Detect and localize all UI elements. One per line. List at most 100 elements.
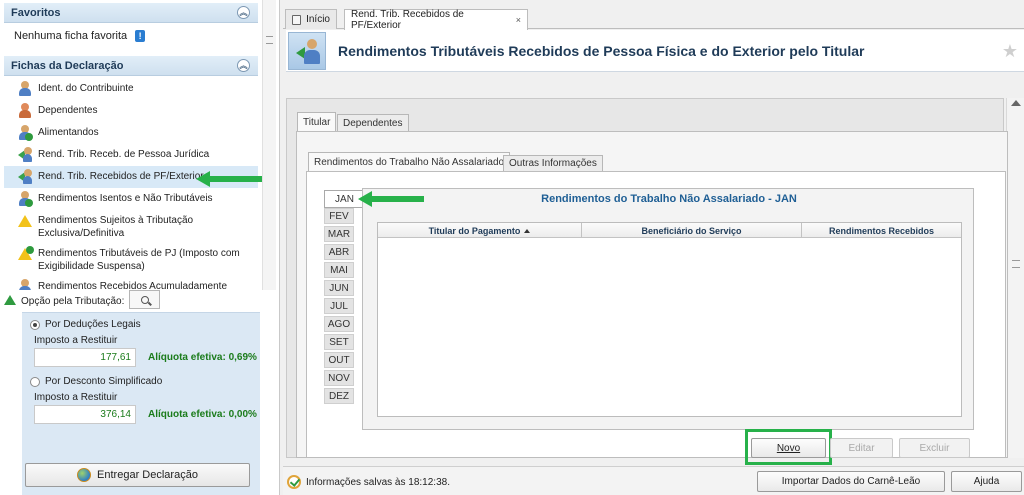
month-label: ABR: [328, 246, 350, 258]
excluir-label: Excluir: [919, 442, 950, 454]
tributacao-title: Opção pela Tributação:: [21, 295, 125, 307]
entregar-label: Entregar Declaração: [97, 469, 198, 481]
sidebar-item-ident-contribuinte[interactable]: Ident. do Contribuinte: [4, 78, 258, 100]
income-suspended-icon: [18, 246, 34, 261]
collapse-icon[interactable]: ︽: [237, 59, 250, 72]
sidebar-item-label: Rend. Trib. Receb. de Pessoa Jurídica: [38, 149, 210, 160]
sidebar-item-label: Alimentandos: [38, 127, 99, 138]
month-panel: Rendimentos do Trabalho Não Assalariado …: [362, 188, 974, 430]
month-tab-mai[interactable]: MAI: [324, 262, 354, 278]
income-accumulated-icon: [18, 279, 32, 290]
radio-desconto-simplificado[interactable]: Por Desconto Simplificado: [30, 376, 162, 387]
column-header-rendimentos[interactable]: Rendimentos Recebidos: [802, 223, 961, 238]
month-tab-fev[interactable]: FEV: [324, 208, 354, 224]
month-tab-ago[interactable]: AGO: [324, 316, 354, 332]
sidebar-item-label: Rendimentos Recebidos Acumuladamente: [38, 281, 227, 290]
sidebar-item-dependentes[interactable]: Dependentes: [4, 100, 258, 122]
fichas-header[interactable]: Fichas da Declaração ︽: [4, 56, 258, 76]
sidebar-item-rend-acumulados[interactable]: Rendimentos Recebidos Acumuladamente: [4, 276, 258, 290]
column-label: Beneficiário do Serviço: [641, 225, 742, 236]
ajuda-button[interactable]: Ajuda: [951, 471, 1022, 492]
month-label: OUT: [328, 354, 350, 366]
sidebar-item-label: Rendimentos Isentos e Não Tributáveis: [38, 193, 213, 204]
column-header-beneficiario[interactable]: Beneficiário do Serviço: [582, 223, 802, 238]
radio-button[interactable]: [30, 319, 40, 330]
sidebar-item-rend-isentos[interactable]: Rendimentos Isentos e Não Tributáveis: [4, 188, 258, 210]
month-tab-abr[interactable]: ABR: [324, 244, 354, 260]
month-tab-nov[interactable]: NOV: [324, 370, 354, 386]
sidebar-item-label: Ident. do Contribuinte: [38, 83, 134, 94]
sidebar-scrollbar[interactable]: [262, 0, 276, 290]
fichas-title: Fichas da Declaração: [11, 59, 124, 72]
table-header: Titular do Pagamento Beneficiário do Ser…: [378, 223, 961, 238]
tab-label: Titular: [303, 116, 331, 128]
tab-bar: Início Rend. Trib. Recebidos de PF/Exter…: [283, 7, 1024, 31]
month-tab-set[interactable]: SET: [324, 334, 354, 350]
favorites-empty-text: Nenhuma ficha favorita: [14, 30, 128, 42]
aliquota-efetiva: Alíquota efetiva: 0,00%: [148, 409, 257, 420]
sidebar-item-label: Rendimentos Tributáveis de PJ (Imposto c…: [38, 248, 240, 272]
tab-dependentes[interactable]: Dependentes: [337, 114, 409, 131]
tab-label: Rendimentos do Trabalho Não Assalariado: [314, 156, 505, 168]
sidebar-item-label: Rend. Trib. Recebidos de PF/Exterior: [38, 171, 204, 182]
globe-icon: [77, 468, 92, 482]
excluir-button[interactable]: Excluir: [899, 438, 970, 458]
radio-deducoes-legais[interactable]: Por Deduções Legais: [30, 319, 141, 330]
importar-carne-leao-button[interactable]: Importar Dados do Carnê-Leão: [757, 471, 945, 492]
tab-label: Início: [306, 14, 330, 25]
ajuda-label: Ajuda: [973, 476, 1000, 487]
tab-titular[interactable]: Titular: [297, 112, 337, 131]
month-tab-jul[interactable]: JUL: [324, 298, 354, 314]
status-message: Informações salvas às 18:12:38.: [287, 475, 450, 489]
home-icon: [292, 14, 302, 25]
sidebar-item-alimentandos[interactable]: Alimentandos: [4, 122, 258, 144]
sidebar-item-rend-exclusiva[interactable]: Rendimentos Sujeitos à Tributação Exclus…: [4, 210, 258, 243]
star-icon[interactable]: ★: [1002, 41, 1018, 62]
tab-label: Rend. Trib. Recebidos de PF/Exterior: [351, 9, 464, 31]
month-label: SET: [329, 336, 349, 348]
income-person-icon: [288, 32, 326, 70]
tab-outras-informacoes[interactable]: Outras Informações: [503, 155, 603, 171]
month-label: FEV: [329, 210, 349, 222]
month-label: JAN: [335, 193, 354, 205]
close-icon[interactable]: ×: [516, 15, 521, 25]
imposto-label: Imposto a Restituir: [34, 392, 118, 403]
month-tab-mar[interactable]: MAR: [324, 226, 354, 242]
tributacao-search-button[interactable]: [129, 290, 160, 309]
tab-rend-pf-exterior[interactable]: Rend. Trib. Recebidos de PF/Exterior ×: [344, 9, 528, 31]
collapse-icon[interactable]: ︽: [237, 6, 250, 19]
column-label: Titular do Pagamento: [428, 225, 521, 236]
person-icon: [18, 81, 32, 96]
favorites-header[interactable]: Favoritos ︽: [4, 3, 258, 23]
imposto-value: 177,61: [34, 348, 136, 367]
sort-ascending-icon: [524, 228, 531, 233]
income-person-icon: [18, 169, 32, 184]
page-header: Rendimentos Tributáveis Recebidos de Pes…: [286, 30, 1024, 72]
status-text: Informações salvas às 18:12:38.: [306, 476, 450, 488]
left-panel: Favoritos ︽ Nenhuma ficha favorita ! Fic…: [0, 0, 280, 495]
month-tab-dez[interactable]: DEZ: [324, 388, 354, 404]
tab-inicio[interactable]: Início: [285, 9, 337, 29]
check-icon: [287, 475, 301, 489]
radio-button[interactable]: [30, 376, 40, 387]
page-title: Rendimentos Tributáveis Recebidos de Pes…: [338, 43, 865, 59]
editar-button[interactable]: Editar: [830, 438, 893, 458]
month-tab-jun[interactable]: JUN: [324, 280, 354, 296]
imposto-value: 376,14: [34, 405, 136, 424]
scroll-up-icon[interactable]: [1011, 100, 1021, 106]
radio-label: Por Deduções Legais: [45, 319, 141, 330]
entregar-declaracao-button[interactable]: Entregar Declaração: [25, 463, 250, 487]
sidebar-item-rend-suspensa[interactable]: Rendimentos Tributáveis de PJ (Imposto c…: [4, 243, 258, 276]
editar-label: Editar: [848, 442, 875, 454]
tab-trabalho-nao-assalariado[interactable]: Rendimentos do Trabalho Não Assalariado: [308, 152, 511, 171]
column-header-titular[interactable]: Titular do Pagamento: [378, 223, 582, 238]
green-arrow-annotation: [196, 171, 262, 187]
info-icon[interactable]: !: [135, 30, 146, 42]
highlight-annotation: [745, 429, 832, 465]
sidebar-item-label: Dependentes: [38, 105, 98, 116]
column-label: Rendimentos Recebidos: [828, 225, 935, 236]
main-scrollbar[interactable]: [1006, 98, 1024, 458]
sidebar-item-rend-pj[interactable]: Rend. Trib. Receb. de Pessoa Jurídica: [4, 144, 258, 166]
rendimentos-table[interactable]: Titular do Pagamento Beneficiário do Ser…: [377, 222, 962, 417]
month-tab-out[interactable]: OUT: [324, 352, 354, 368]
